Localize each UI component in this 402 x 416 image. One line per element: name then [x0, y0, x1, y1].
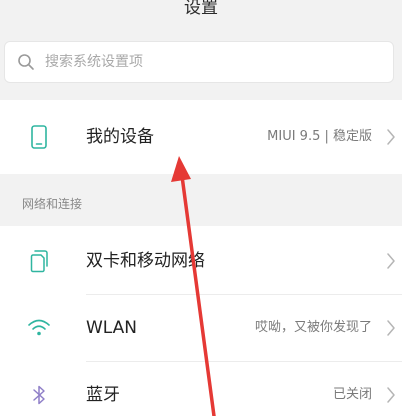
bluetooth-row[interactable]: 蓝牙 已关闭	[0, 362, 402, 416]
my-device-row[interactable]: 我的设备 MIUI 9.5 | 稳定版	[0, 104, 402, 170]
chevron-right-icon	[387, 129, 395, 145]
chevron-right-icon	[387, 387, 395, 403]
search-bar[interactable]	[4, 41, 394, 83]
bluetooth-icon	[33, 385, 45, 405]
my-device-value: MIUI 9.5 | 稳定版	[267, 129, 372, 144]
network-card: 双卡和移动网络 WLAN 哎呦，又被你发现了 蓝牙 已关闭	[0, 226, 402, 416]
chevron-right-icon	[387, 253, 395, 269]
chevron-right-icon	[387, 320, 395, 336]
page-title: 设置	[184, 0, 218, 18]
my-device-label: 我的设备	[86, 127, 154, 147]
search-icon	[18, 54, 34, 70]
section-header-label: 网络和连接	[22, 197, 83, 211]
sim-cards-icon	[30, 250, 48, 273]
wifi-icon	[28, 319, 50, 336]
wlan-label: WLAN	[86, 318, 138, 338]
bluetooth-value: 已关闭	[332, 387, 372, 402]
my-device-card: 我的设备 MIUI 9.5 | 稳定版	[0, 100, 402, 174]
section-header-network: 网络和连接	[0, 186, 402, 222]
phone-icon	[31, 125, 47, 149]
sim-mobile-network-row[interactable]: 双卡和移动网络	[0, 228, 402, 294]
wlan-value: 哎呦，又被你发现了	[254, 320, 372, 335]
search-input[interactable]	[45, 42, 385, 82]
bluetooth-label: 蓝牙	[86, 385, 120, 405]
sim-mobile-network-label: 双卡和移动网络	[86, 251, 205, 271]
wlan-row[interactable]: WLAN 哎呦，又被你发现了	[0, 295, 402, 361]
settings-screen: 设置 我的设备 MIUI 9.5 | 稳定版 网络和连接	[0, 0, 402, 416]
